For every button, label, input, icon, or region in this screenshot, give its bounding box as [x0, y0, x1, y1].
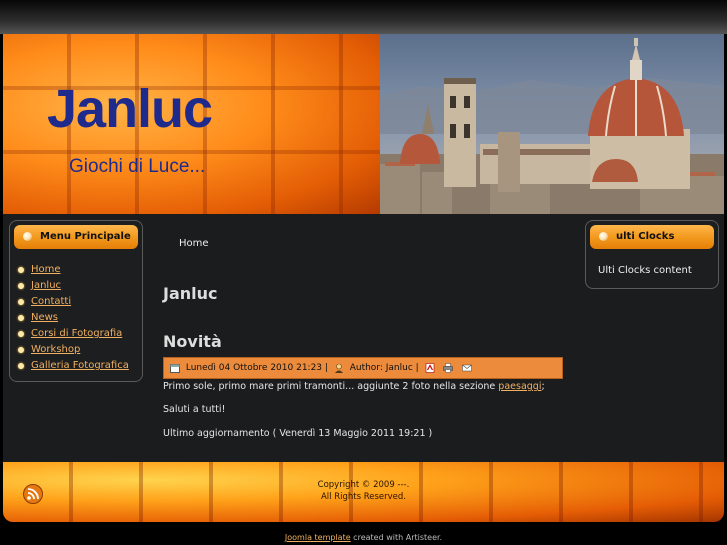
main-area: Menu Principale Home Janluc Contatti New… — [3, 214, 724, 462]
menu-item-news[interactable]: News — [16, 310, 129, 326]
bullet-dot-icon — [18, 331, 24, 337]
bullet-dot-icon — [18, 363, 24, 369]
article-paragraph: Primo sole, primo mare primi tramonti...… — [163, 381, 545, 392]
orb-bullet-icon — [23, 232, 32, 241]
header-banner: Janluc Giochi di Luce... — [3, 34, 380, 214]
bullet-dot-icon — [18, 299, 24, 305]
credit-text: created with Artisteer. — [350, 533, 443, 542]
menu-module-header: Menu Principale — [14, 225, 138, 249]
joomla-template-link[interactable]: Joomla template — [285, 533, 351, 542]
footer-rights: All Rights Reserved. — [320, 492, 407, 502]
top-bar — [0, 0, 727, 34]
page-title: Janluc — [163, 284, 218, 303]
breadcrumb[interactable]: Home — [179, 238, 209, 249]
site-slogan: Giochi di Luce... — [69, 156, 206, 177]
clock-module-title: ulti Clocks — [616, 231, 675, 242]
right-clock-module: ulti Clocks Ulti Clocks content — [585, 220, 719, 289]
calendar-icon — [170, 363, 180, 373]
paragraph-punct: ; — [541, 381, 545, 392]
menu-link-contatti[interactable]: Contatti — [31, 296, 71, 307]
article-title: Novità — [163, 332, 222, 351]
bullet-dot-icon — [18, 315, 24, 321]
paesaggi-link[interactable]: paesaggi — [498, 381, 541, 392]
user-icon — [334, 363, 343, 373]
bullet-dot-icon — [18, 267, 24, 273]
menu-item-corsi[interactable]: Corsi di Fotografia — [16, 326, 129, 342]
bullet-dot-icon — [18, 347, 24, 353]
clock-module-content: Ulti Clocks content — [598, 265, 692, 276]
article-author: Author: Janluc — [349, 363, 413, 373]
orb-bullet-icon — [599, 232, 608, 241]
article-meta-bar: Lunedì 04 Ottobre 2010 21:23 | Author: J… — [163, 357, 563, 379]
template-credit: Joomla template created with Artisteer. — [0, 533, 727, 542]
menu-item-contatti[interactable]: Contatti — [16, 294, 129, 310]
article-greeting: Saluti a tutti! — [163, 404, 226, 415]
clock-module-header: ulti Clocks — [590, 225, 714, 249]
header-photo-florence — [380, 34, 724, 214]
menu-link-galleria[interactable]: Galleria Fotografica — [31, 360, 129, 371]
article-date: Lunedì 04 Ottobre 2010 21:23 — [185, 363, 323, 373]
menu-module-title: Menu Principale — [40, 231, 131, 242]
site-header: Janluc Giochi di Luce... — [3, 34, 724, 214]
email-icon[interactable] — [462, 363, 473, 373]
paragraph-text: Primo sole, primo mare primi tramonti...… — [163, 381, 496, 392]
pdf-icon[interactable] — [425, 362, 435, 373]
footer-copyright: Copyright © 2009 ---. — [317, 480, 410, 490]
last-modified: Ultimo aggiornamento ( Venerdì 13 Maggio… — [163, 428, 433, 439]
menu-link-corsi[interactable]: Corsi di Fotografia — [31, 328, 122, 339]
menu-item-janluc[interactable]: Janluc — [16, 278, 129, 294]
meta-separator: | — [415, 363, 419, 373]
menu-link-workshop[interactable]: Workshop — [31, 344, 80, 355]
site-footer: Copyright © 2009 ---. All Rights Reserve… — [3, 462, 724, 522]
bullet-dot-icon — [18, 283, 24, 289]
menu-link-home[interactable]: Home — [31, 264, 61, 275]
site-title[interactable]: Janluc — [47, 82, 213, 136]
menu-item-galleria[interactable]: Galleria Fotografica — [16, 358, 129, 374]
menu-link-news[interactable]: News — [31, 312, 58, 323]
left-menu-module: Menu Principale Home Janluc Contatti New… — [9, 220, 143, 382]
menu-item-workshop[interactable]: Workshop — [16, 342, 129, 358]
menu-link-janluc[interactable]: Janluc — [31, 280, 61, 291]
main-menu: Home Janluc Contatti News Corsi di Fotog… — [16, 262, 129, 374]
menu-item-home[interactable]: Home — [16, 262, 129, 278]
print-icon[interactable] — [443, 362, 454, 373]
meta-separator: | — [324, 363, 328, 373]
